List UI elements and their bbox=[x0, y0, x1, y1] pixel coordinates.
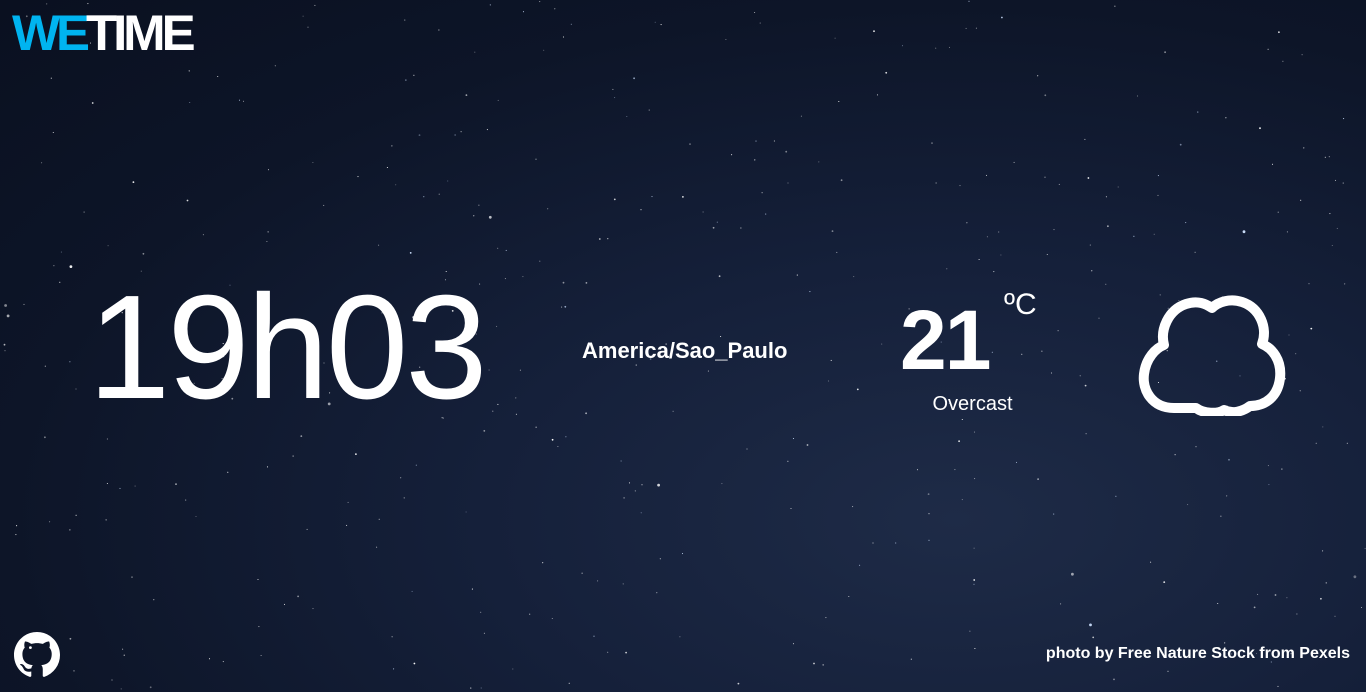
app-logo[interactable]: WETIME bbox=[12, 5, 196, 61]
photo-credit-link[interactable]: photo by Free Nature Stock from Pexels bbox=[1046, 644, 1350, 664]
temperature-value: 21 bbox=[900, 293, 991, 387]
logo-we: WE bbox=[12, 5, 90, 61]
page-background: WETIME 19h03 America/Sao_Paulo 21 ºC Ove… bbox=[0, 0, 1366, 692]
temperature-block: 21 ºC Overcast bbox=[880, 288, 1065, 420]
timezone-label: America/Sao_Paulo bbox=[582, 338, 788, 363]
weather-condition: Overcast bbox=[932, 393, 1013, 415]
github-icon[interactable] bbox=[14, 632, 60, 678]
clock-time: 19h03 bbox=[88, 265, 488, 430]
temperature-unit: ºC bbox=[1004, 288, 1037, 321]
cloud-icon bbox=[1138, 295, 1286, 416]
logo-time: TIME bbox=[85, 5, 196, 61]
